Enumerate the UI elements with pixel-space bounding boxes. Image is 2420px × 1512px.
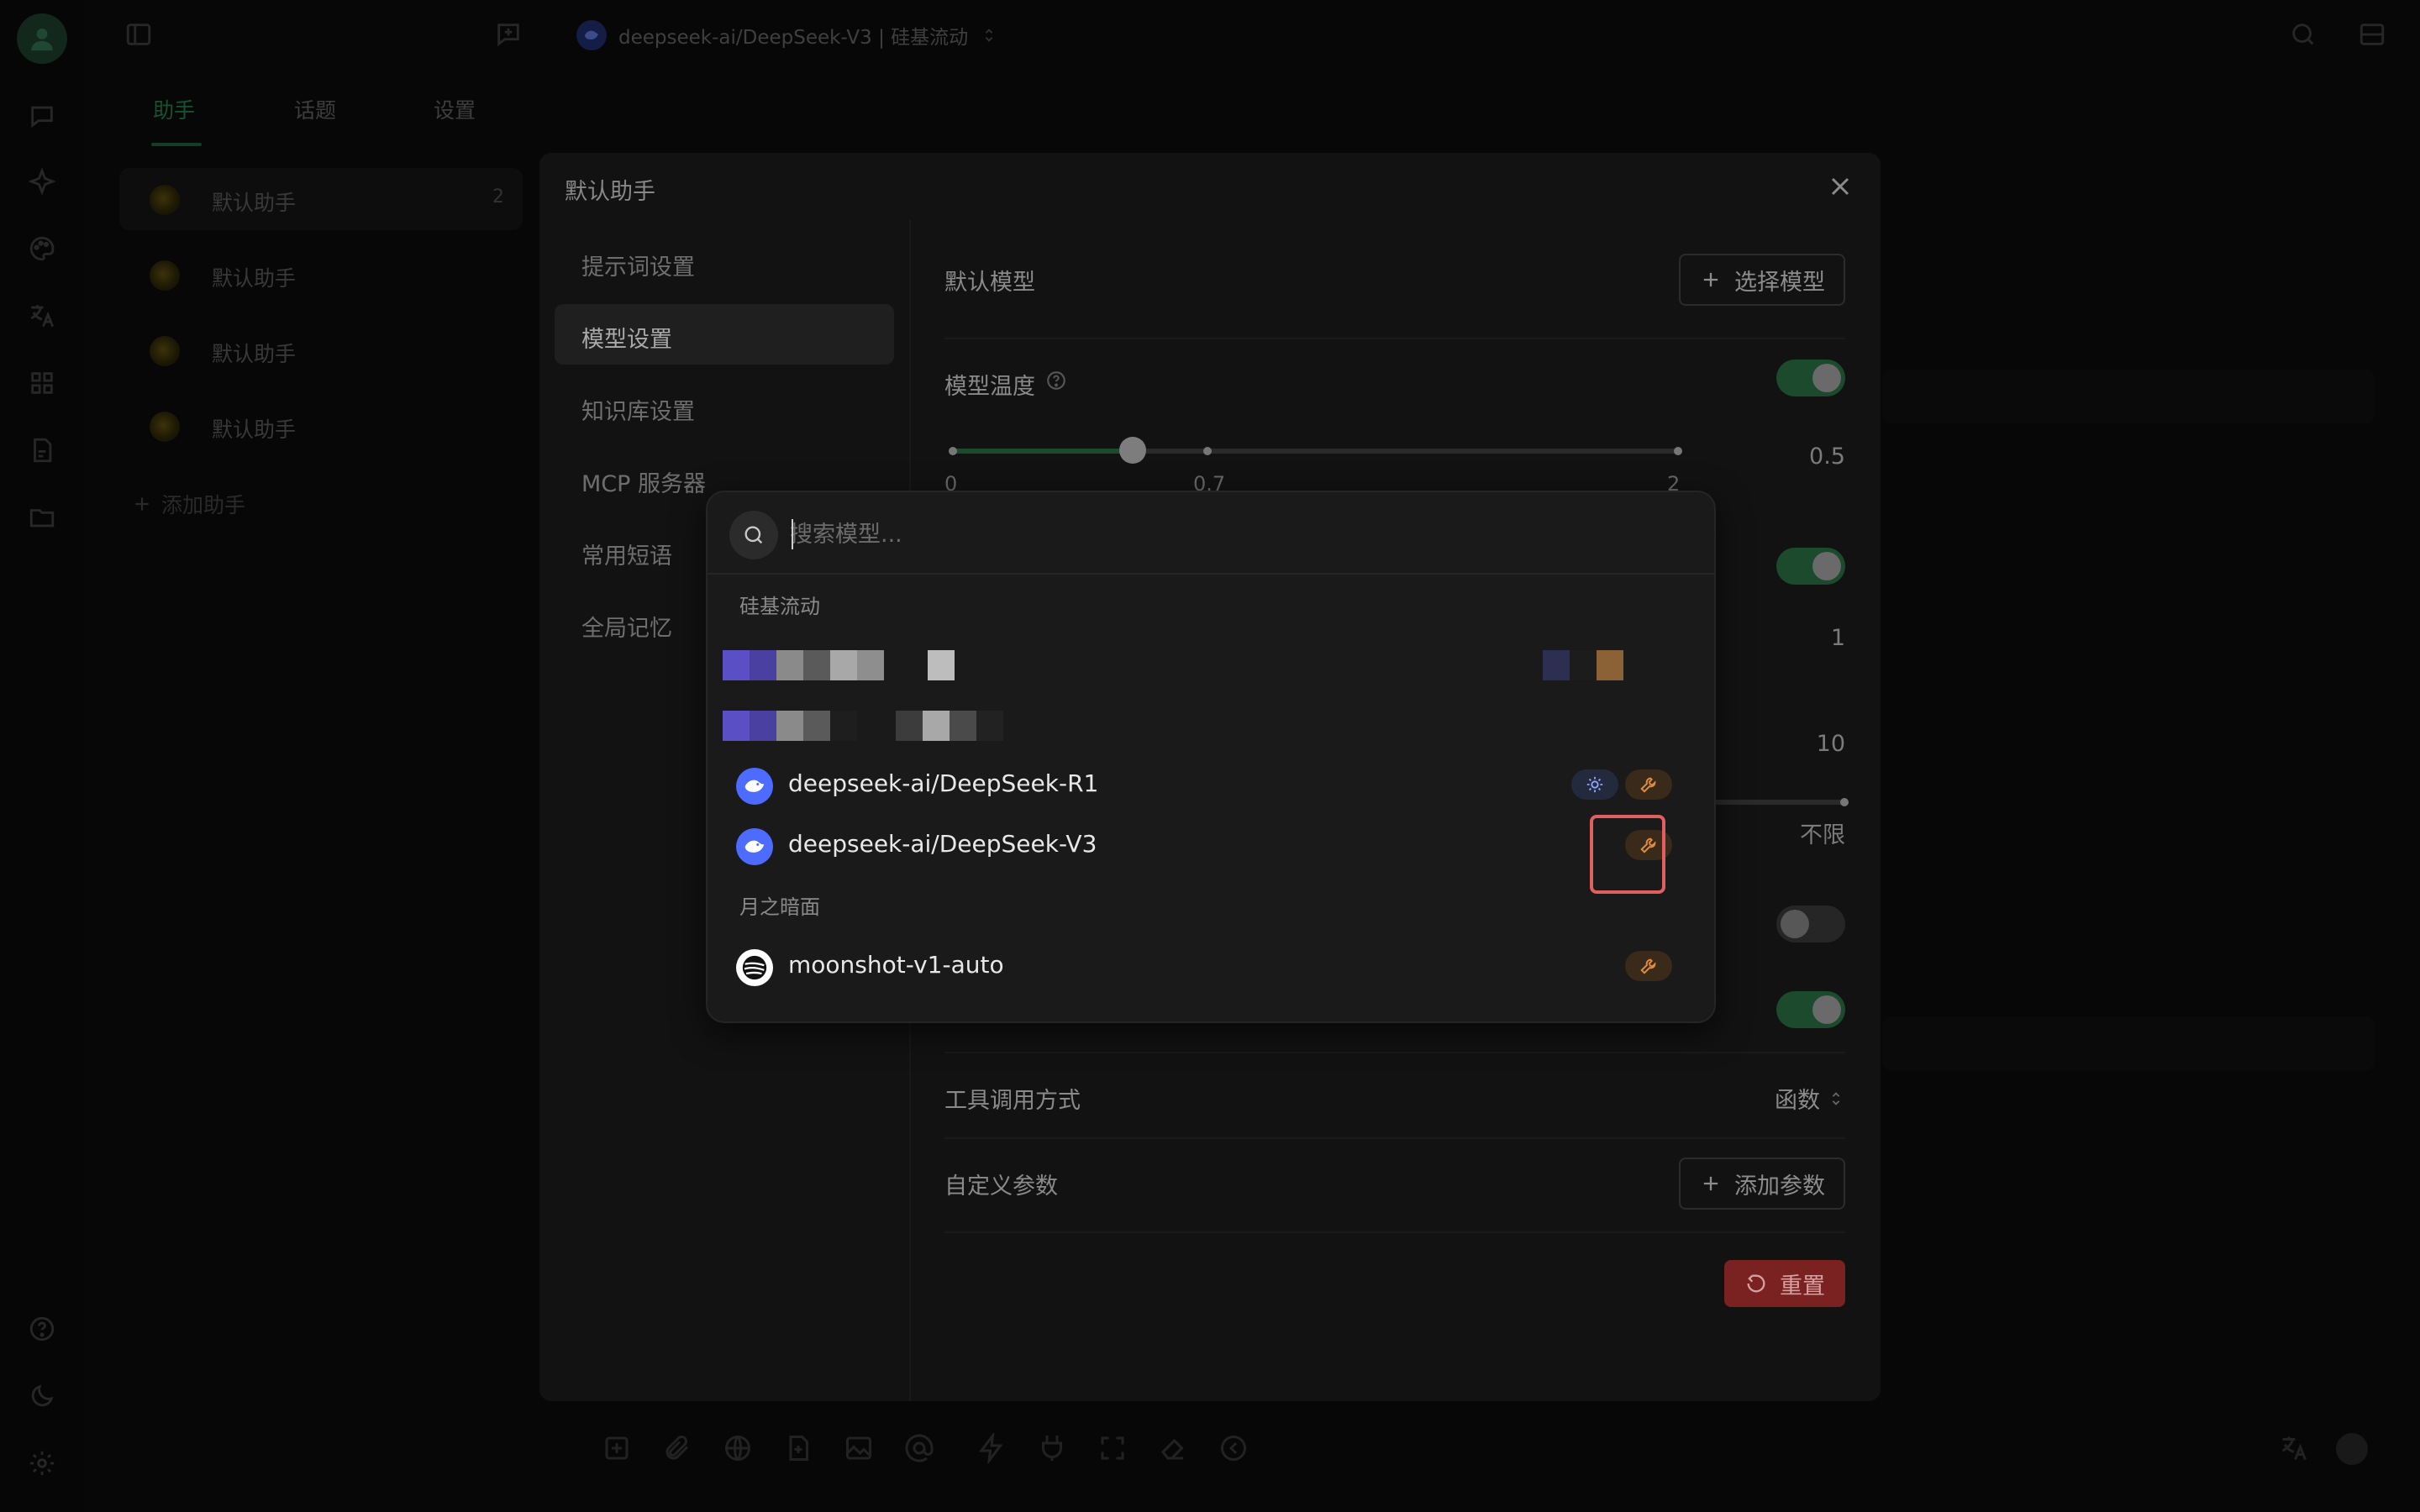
provider-group-label: 硅基流动 [739,595,820,618]
pixelated-tags [1543,650,1635,680]
context-value: 1 [1830,625,1845,651]
nav-model-settings[interactable]: 模型设置 [555,304,894,365]
model-picker-popup: 硅基流动 deepseek-ai/DeepSeek-R1 deepseek-ai [706,491,1716,1023]
model-name: deepseek-ai/DeepSeek-R1 [788,769,1099,797]
slider-mark [1674,447,1682,455]
help-icon[interactable] [1045,370,1067,391]
tool-call-value: 函数 [1775,1088,1820,1114]
model-item-moonshot-v1-auto[interactable]: moonshot-v1-auto [723,937,1697,995]
provider-group-label: 月之暗面 [739,895,820,919]
model-search-bar [708,492,1714,575]
nav-knowledge-settings[interactable]: 知识库设置 [555,376,894,437]
custom-params-label: 自定义参数 [944,1173,1058,1200]
pixelated-model-name [723,711,1042,741]
default-model-row: 默认模型 选择模型 [944,220,1845,339]
temperature-slider[interactable] [949,437,1682,464]
temperature-value: 0.5 [1809,444,1845,470]
model-item-deepseek-v3[interactable]: deepseek-ai/DeepSeek-V3 [723,816,1697,874]
slider-mark [949,447,957,455]
nav-prompt-settings[interactable]: 提示词设置 [555,232,894,292]
tool-call-row: 工具调用方式 函数 [944,1053,1845,1139]
plus-icon [1703,272,1718,287]
temperature-toggle[interactable] [1776,360,1845,396]
context-toggle[interactable] [1776,548,1845,585]
stream-toggle[interactable] [1776,906,1845,942]
model-item-obscured[interactable] [723,697,1697,754]
max-tokens-slider[interactable] [1701,798,1849,806]
reset-icon [1747,1274,1765,1293]
slider-fill [951,449,1133,454]
slider-mark [1840,798,1849,806]
feature-toggle[interactable] [1776,991,1845,1028]
model-item-obscured[interactable] [723,637,1697,694]
add-param-label: 添加参数 [1734,1173,1825,1200]
moonshot-logo-icon [736,949,773,986]
reset-button[interactable]: 重置 [1724,1260,1845,1307]
model-name: deepseek-ai/DeepSeek-V3 [788,830,1097,858]
model-search-input[interactable] [788,511,1682,558]
close-icon[interactable] [1825,171,1855,202]
tool-tag-icon [1625,951,1672,981]
select-model-label: 选择模型 [1734,269,1825,296]
unlimited-label: 不限 [1800,822,1845,848]
max-tokens-value: 10 [1816,731,1845,757]
tool-call-label: 工具调用方式 [944,1088,1081,1114]
reset-label: 重置 [1780,1273,1825,1299]
model-item-deepseek-r1[interactable]: deepseek-ai/DeepSeek-R1 [723,756,1697,813]
add-param-button[interactable]: 添加参数 [1679,1158,1845,1210]
highlight-box [1590,815,1665,894]
custom-params-row: 自定义参数 添加参数 [944,1139,1845,1233]
deepseek-logo-icon [736,768,773,805]
slider-mark [1203,447,1212,455]
model-name: moonshot-v1-auto [788,951,1004,979]
pixelated-model-name [723,650,975,680]
plus-icon [1703,1176,1718,1191]
select-model-button[interactable]: 选择模型 [1679,254,1845,306]
chevron-updown-icon [1832,1091,1840,1105]
temperature-label: 模型温度 [944,374,1035,400]
tool-tag-icon [1625,769,1672,800]
tool-call-select[interactable]: 函数 [1775,1082,1845,1115]
default-model-label: 默认模型 [944,270,1035,296]
deepseek-logo-icon [736,828,773,865]
reasoning-tag-icon [1571,769,1618,800]
slider-handle[interactable] [1119,437,1146,464]
modal-title: 默认助手 [565,179,655,205]
text-caret [792,519,793,549]
search-icon [729,511,778,559]
